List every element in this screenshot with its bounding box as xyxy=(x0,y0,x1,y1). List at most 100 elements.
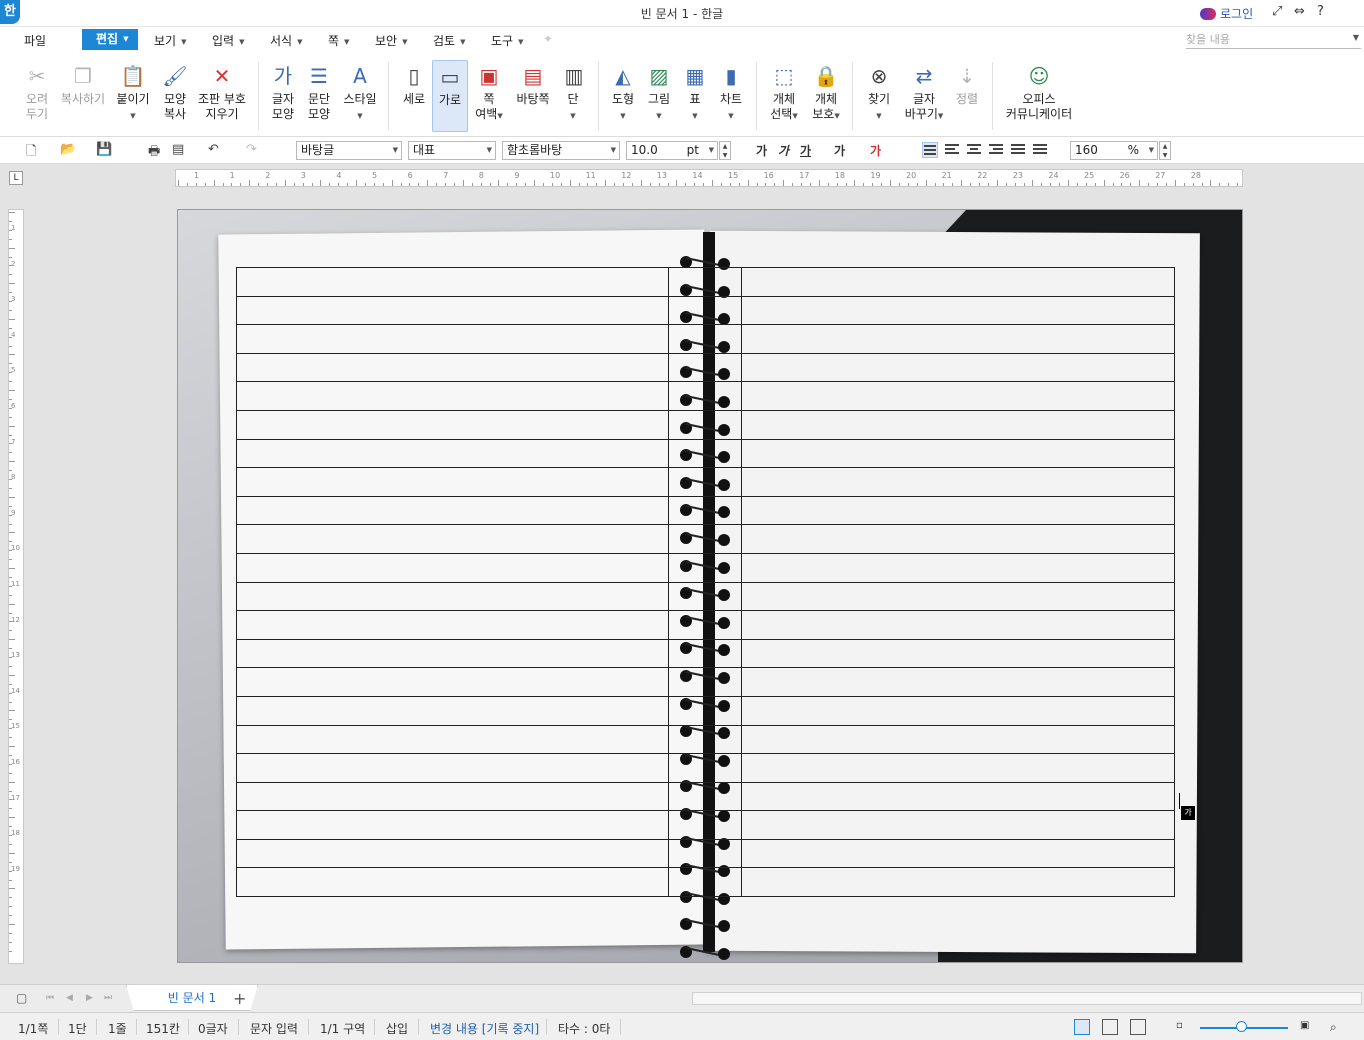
align-right-button[interactable] xyxy=(988,142,1004,158)
table-cell[interactable] xyxy=(235,524,670,554)
table-cell[interactable] xyxy=(235,781,670,812)
table-cell[interactable] xyxy=(740,438,1176,469)
table-cell[interactable] xyxy=(235,810,670,840)
erase-marks-button[interactable]: ✕ 조판 부호 지우기 xyxy=(196,62,248,122)
char-shape-button[interactable]: 가 글자 모양 xyxy=(268,62,298,122)
bold-button[interactable]: 가 xyxy=(756,142,767,159)
save-icon[interactable]: 💾 xyxy=(96,142,112,157)
table-cell[interactable] xyxy=(668,495,742,526)
table-cell[interactable] xyxy=(740,381,1176,411)
prev-tab-icon[interactable]: ◀ xyxy=(66,993,73,1003)
replace-button[interactable]: ⇄ 글자 바꾸기▼ xyxy=(904,62,944,124)
copy-button[interactable]: ❐ 복사하기 xyxy=(60,62,106,107)
table-cell[interactable] xyxy=(740,409,1176,440)
chevron-down-icon[interactable]: ▼ xyxy=(1353,33,1359,42)
table-cell[interactable] xyxy=(235,438,670,469)
horizontal-ruler[interactable]: 1 1 2 3 4 5 6 7 8 9 10 11 12 13 14 15 16 17 18 19 20 21 22 23 24… xyxy=(175,169,1243,187)
margin-button[interactable]: ▣ 쪽 여백▼ xyxy=(474,62,504,124)
align-left-button[interactable] xyxy=(944,142,960,158)
print-icon[interactable]: 🖶 xyxy=(148,142,160,164)
next-tab-icon[interactable]: ▶ xyxy=(86,993,93,1003)
table-cell[interactable] xyxy=(740,667,1176,697)
table-cell[interactable] xyxy=(235,695,670,726)
table-cell[interactable] xyxy=(235,381,670,411)
strike-button[interactable]: 가 xyxy=(834,142,845,159)
office-communicator-button[interactable]: ☺ 오피스 커뮤니케이터 xyxy=(1004,62,1074,122)
document-page[interactable]: 가 xyxy=(177,209,1243,963)
table-cell[interactable] xyxy=(668,267,742,297)
language-select[interactable]: 대표 ▼ xyxy=(408,141,496,160)
italic-button[interactable]: 가 xyxy=(778,142,789,159)
columns-button[interactable]: ▥ 단 ▼ xyxy=(560,62,586,124)
style-select[interactable]: 바탕글 ▼ xyxy=(296,141,402,160)
table-cell[interactable] xyxy=(235,267,670,297)
table-cell[interactable] xyxy=(740,495,1176,526)
table-cell[interactable] xyxy=(740,695,1176,726)
redo-icon[interactable]: ↷ xyxy=(246,142,257,157)
zoom-out-icon[interactable]: ▫ xyxy=(1176,1020,1183,1031)
undo-icon[interactable]: ↶ xyxy=(208,142,219,157)
first-tab-icon[interactable]: ⏮ xyxy=(46,993,54,1003)
table-cell[interactable] xyxy=(668,610,742,640)
zoom-slider-handle[interactable] xyxy=(1236,1021,1247,1032)
menu-edit[interactable]: 편집 ▼ xyxy=(82,29,138,50)
menu-file[interactable]: 파일 xyxy=(24,32,46,49)
menu-review[interactable]: 검토 ▼ xyxy=(433,32,465,49)
table-cell[interactable] xyxy=(740,324,1176,354)
last-tab-icon[interactable]: ⏭ xyxy=(104,993,112,1003)
align-center-button[interactable] xyxy=(966,142,982,158)
align-justify-button[interactable] xyxy=(922,142,938,158)
paste-button[interactable]: 📋 붙이기 ▼ xyxy=(114,62,152,124)
background-page-button[interactable]: ▤ 바탕쪽 xyxy=(512,62,554,107)
table-cell[interactable] xyxy=(668,438,742,469)
table-cell[interactable] xyxy=(740,267,1176,297)
table-cell[interactable] xyxy=(740,524,1176,554)
table-cell[interactable] xyxy=(740,810,1176,840)
table-cell[interactable] xyxy=(235,581,670,612)
document-workspace[interactable]: L 1 1 2 3 4 5 6 7 8 9 10 11 12 13 14 15 16 17 18 19 20 21 22 23… xyxy=(0,164,1364,984)
menu-insert[interactable]: 입력 ▼ xyxy=(212,32,244,49)
zoom-stepper[interactable]: ▲ ▼ xyxy=(1159,141,1171,160)
object-select-button[interactable]: ⬚ 개체 선택▼ xyxy=(766,62,802,124)
table-cell[interactable] xyxy=(668,810,742,840)
add-tab-button[interactable]: + xyxy=(233,989,246,1008)
table-cell[interactable] xyxy=(235,324,670,354)
table-cell[interactable] xyxy=(235,667,670,697)
sort-button[interactable]: ⇣ 정렬 xyxy=(952,62,982,107)
preview-icon[interactable]: ▤ xyxy=(172,142,184,157)
table-cell[interactable] xyxy=(740,581,1176,612)
table-cell[interactable] xyxy=(235,867,670,898)
help-icon[interactable]: ? xyxy=(1317,4,1324,19)
tab-stop-toggle[interactable]: L xyxy=(9,171,23,185)
table-cell[interactable] xyxy=(740,753,1176,783)
table-button[interactable]: ▦ 표 ▼ xyxy=(680,62,710,124)
align-distribute-button[interactable] xyxy=(1010,142,1026,158)
format-copy-button[interactable]: 🖌 모양 복사 xyxy=(160,62,190,122)
table-cell[interactable] xyxy=(740,552,1176,583)
table-cell[interactable] xyxy=(235,409,670,440)
table-cell[interactable] xyxy=(740,610,1176,640)
table-cell[interactable] xyxy=(668,753,742,783)
lined-table[interactable] xyxy=(235,267,1176,898)
table-cell[interactable] xyxy=(235,753,670,783)
menu-page[interactable]: 쪽 ▼ xyxy=(328,32,349,49)
status-track-changes[interactable]: 변경 내용 [기록 중지] xyxy=(430,1020,539,1037)
font-color-button[interactable]: 가 xyxy=(870,142,881,159)
shapes-button[interactable]: ◭ 도형 ▼ xyxy=(608,62,638,124)
table-cell[interactable] xyxy=(668,524,742,554)
table-cell[interactable] xyxy=(668,867,742,898)
table-cell[interactable] xyxy=(235,638,670,669)
table-cell[interactable] xyxy=(740,352,1176,383)
style-button[interactable]: A 스타일 ▼ xyxy=(340,62,380,124)
menu-tools[interactable]: 도구 ▼ xyxy=(491,32,523,49)
menu-view[interactable]: 보기 ▼ xyxy=(154,32,186,49)
table-cell[interactable] xyxy=(668,581,742,612)
table-cell[interactable] xyxy=(668,838,742,869)
landscape-button[interactable]: ▭ 가로 xyxy=(432,60,468,132)
table-cell[interactable] xyxy=(235,552,670,583)
font-size-stepper[interactable]: ▲ ▼ xyxy=(719,141,731,160)
table-cell[interactable] xyxy=(668,381,742,411)
fullscreen-icon[interactable]: ⤢ xyxy=(1272,4,1282,19)
status-insert-mode[interactable]: 삽입 xyxy=(386,1020,408,1037)
picture-button[interactable]: ▨ 그림 ▼ xyxy=(644,62,674,124)
